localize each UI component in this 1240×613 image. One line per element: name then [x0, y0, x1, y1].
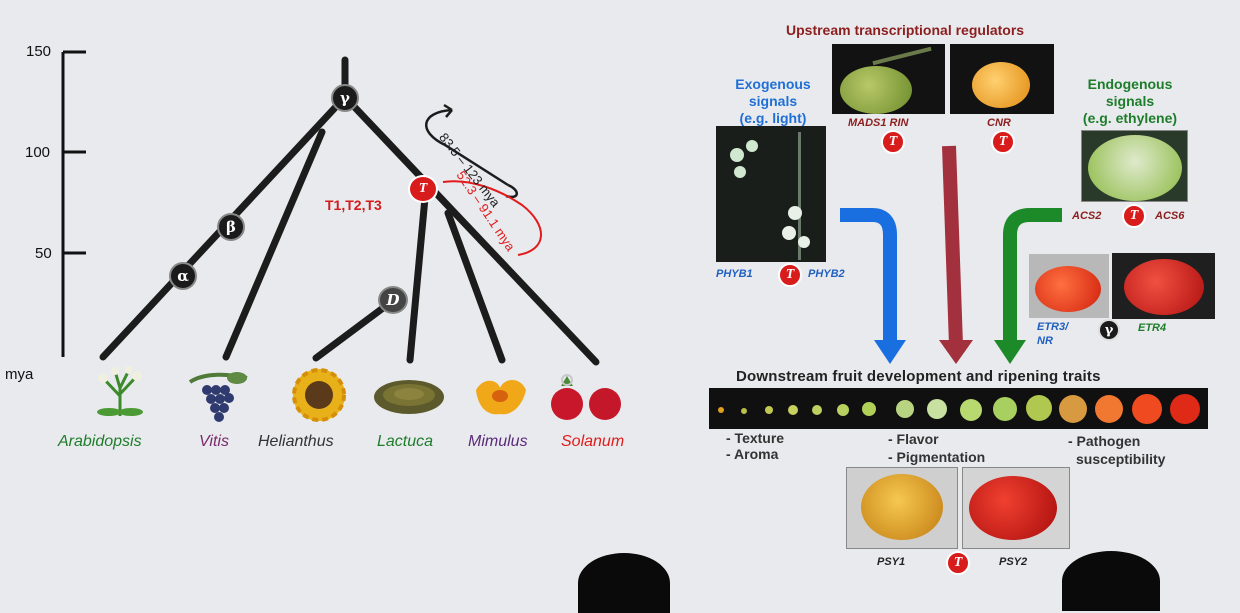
gamma-badge-etr: γ	[1098, 319, 1120, 341]
endogenous-signals-label: Endogenous signals (e.g. ethylene)	[1060, 76, 1200, 127]
arabidopsis-image	[97, 366, 143, 416]
downstream-title: Downstream fruit development and ripenin…	[736, 368, 1101, 385]
trait-texture: - Texture	[726, 430, 785, 446]
species-lactuca: Lactuca	[377, 433, 433, 451]
lactuca-image	[374, 380, 444, 414]
species-solanum: Solanum	[561, 433, 624, 451]
mimulus-image	[476, 380, 526, 415]
exogenous-line-2: signals	[748, 93, 798, 109]
gene-cnr: CNR	[987, 117, 1011, 129]
tick-label-50: 50	[35, 245, 52, 262]
node-beta: β	[217, 213, 245, 241]
cnr-photo	[950, 44, 1054, 114]
upstream-title: Upstream transcriptional regulators	[786, 22, 1025, 38]
green-arrow	[1003, 208, 1062, 345]
etr4-photo	[1112, 253, 1215, 319]
node-alpha: α	[169, 262, 197, 290]
node-d: D	[378, 286, 408, 314]
species-name-mimulus: Mimulus	[468, 433, 528, 450]
trait-pathogen: - Pathogen	[1068, 433, 1141, 449]
audience-head-1	[578, 553, 670, 613]
branch-solanum	[341, 93, 600, 366]
t-badge-phyb: T	[778, 263, 802, 287]
audience-head-2	[1062, 551, 1160, 611]
gene-acs6: ACS6	[1155, 210, 1185, 222]
species-mimulus: Mimulus	[468, 433, 528, 451]
species-helianthus: Helianthus	[258, 433, 334, 451]
psy1-photo	[846, 467, 958, 549]
branch-lactuca	[406, 183, 430, 364]
trait-flavor: - Flavor	[888, 431, 939, 447]
trait-aroma: - Aroma	[726, 446, 779, 462]
tick-label-150: 150	[26, 43, 52, 60]
unit-label: mya	[5, 366, 34, 383]
ripening-series-photo	[709, 388, 1208, 429]
endogenous-line-1: Endogenous	[1087, 76, 1173, 92]
gene-psy2: PSY2	[999, 556, 1028, 568]
helianthus-image	[292, 368, 346, 422]
vitis-image	[188, 372, 248, 422]
gene-mads-rin: MADS1 RIN	[848, 117, 909, 129]
species-arabidopsis: Arabidopsis	[58, 433, 142, 451]
gene-phyb1: PHYB1	[716, 268, 753, 280]
exogenous-line-3: (e.g. light)	[739, 110, 807, 126]
t-badge-acs: T	[1122, 204, 1146, 228]
ripening-fruits	[718, 394, 1200, 424]
acs-photo	[1081, 130, 1188, 202]
exogenous-signals-label: Exogenous signals (e.g. light)	[716, 76, 830, 127]
species-name-vitis: Vitis	[199, 433, 229, 450]
species-name-arabidopsis: Arabidopsis	[58, 433, 142, 450]
species-vitis: Vitis	[199, 433, 229, 451]
species-name-solanum: Solanum	[561, 433, 625, 450]
red-arrow	[942, 145, 963, 346]
branch-vitis	[222, 128, 326, 361]
t-badge-psy: T	[946, 551, 970, 575]
endogenous-line-2: signals	[1105, 93, 1155, 109]
wgt-label: T1,T2,T3	[325, 197, 382, 213]
node-gamma: γ	[331, 84, 359, 112]
phyb-photo	[716, 126, 826, 262]
slide: 150 100 50 mya γ β α D T T1,T2,T3 83.5 –…	[0, 0, 1240, 613]
solanum-image	[551, 374, 621, 420]
psy2-photo	[962, 467, 1070, 549]
trait-susceptibility: susceptibility	[1076, 451, 1166, 467]
exogenous-line-1: Exogenous	[735, 76, 811, 92]
gene-psy1: PSY1	[877, 556, 906, 568]
trait-pigmentation: - Pigmentation	[888, 449, 986, 465]
tick-label-100: 100	[25, 144, 51, 161]
blue-arrow	[840, 208, 897, 345]
node-t: T	[408, 175, 438, 203]
species-name-helianthus: Helianthus	[258, 433, 334, 450]
gene-acs2: ACS2	[1072, 210, 1102, 222]
gene-etr4: ETR4	[1138, 322, 1167, 334]
species-name-lactuca: Lactuca	[377, 433, 434, 450]
signal-arrows	[840, 145, 1062, 364]
endogenous-line-3: (e.g. ethylene)	[1082, 110, 1178, 126]
mads-rin-photo	[832, 44, 945, 114]
